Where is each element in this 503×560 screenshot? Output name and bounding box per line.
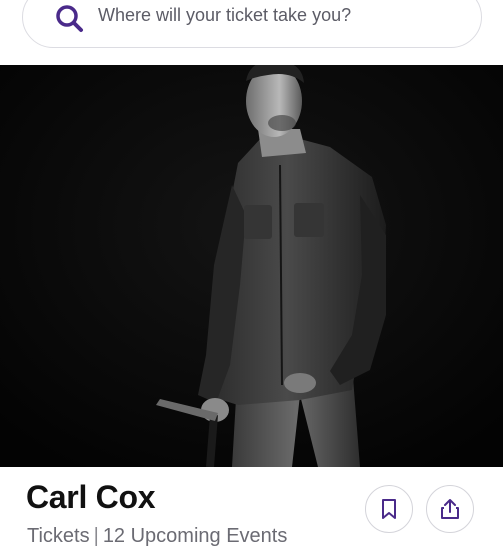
upcoming-events-link[interactable]: 12 Upcoming Events — [103, 525, 288, 547]
artist-subtitle: Tickets | 12 Upcoming Events — [27, 525, 287, 548]
separator: | — [93, 525, 99, 547]
share-icon — [441, 499, 459, 519]
search-icon — [56, 5, 83, 32]
search-bar[interactable]: Where will your ticket take you? — [22, 0, 482, 48]
tickets-label: Tickets — [27, 525, 90, 547]
search-input[interactable]: Where will your ticket take you? — [98, 5, 351, 26]
share-button[interactable] — [426, 485, 474, 533]
bookmark-button[interactable] — [365, 485, 413, 533]
artist-name: Carl Cox — [26, 479, 156, 515]
bookmark-icon — [382, 499, 396, 519]
artist-hero-image — [0, 65, 503, 467]
